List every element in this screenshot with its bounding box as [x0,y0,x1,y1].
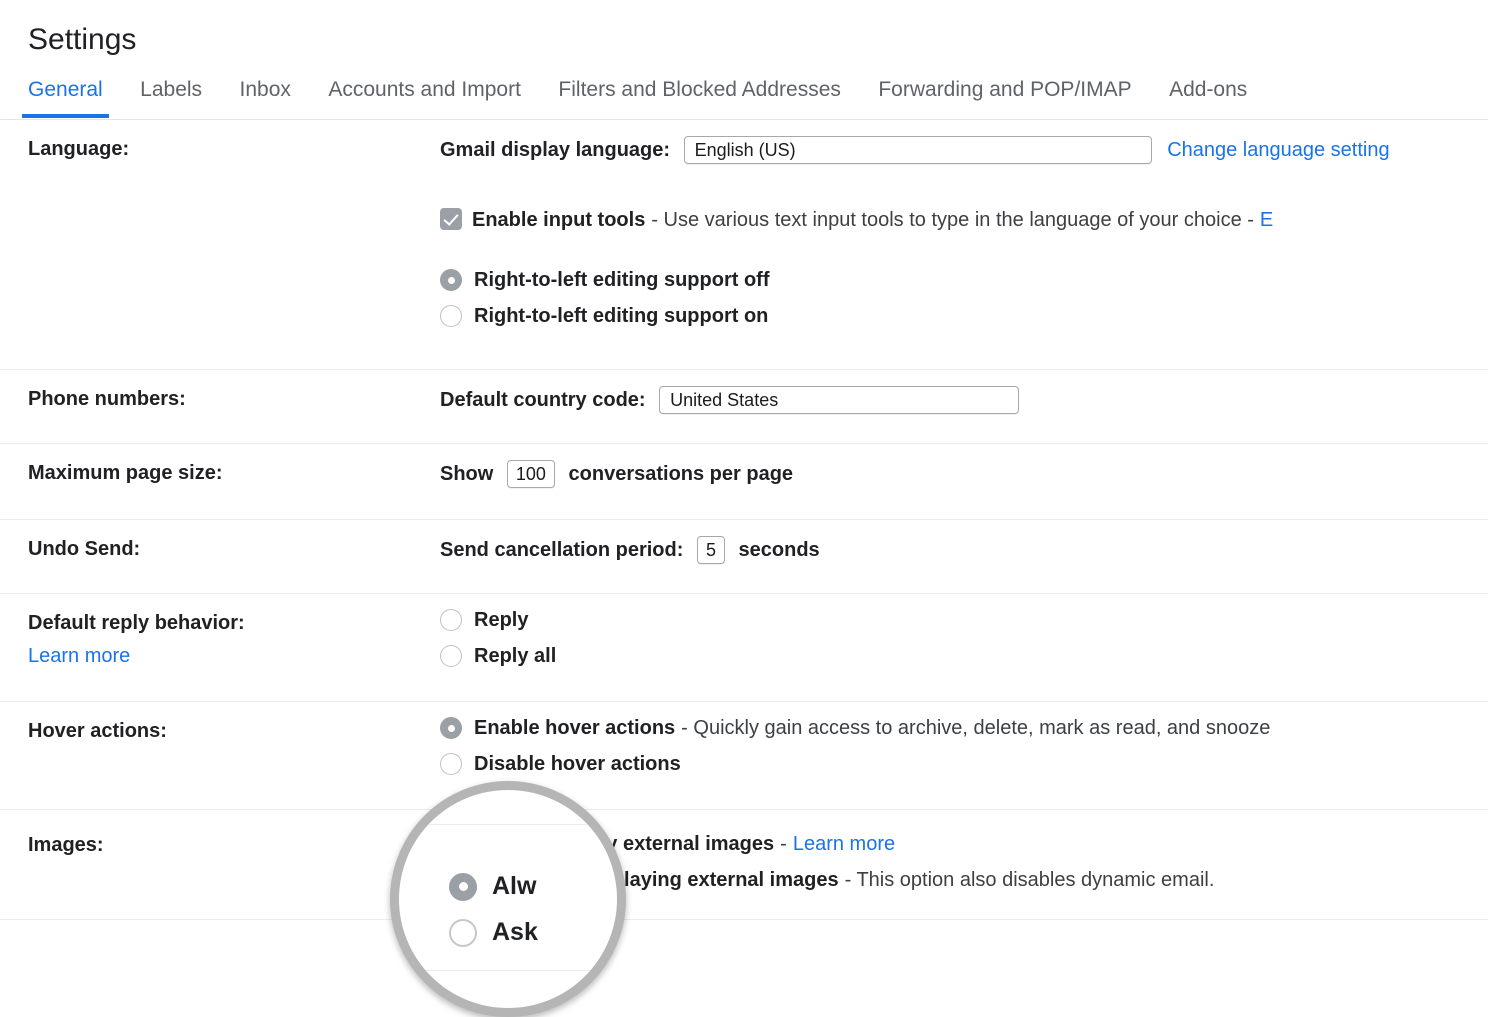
tab-filters-and-blocked-addresses[interactable]: Filters and Blocked Addresses [558,62,840,118]
phone-numbers-row-label: Phone numbers: [28,370,440,411]
default-country-code-select[interactable]: United States ▲▼ [659,386,1019,414]
default-reply-behavior-title: Default reply behavior: [28,612,245,634]
settings-rows: Language: Gmail display language: Englis… [0,120,1488,920]
reply-behavior-learn-more-link[interactable]: Learn more [28,645,440,668]
rtl-off-radio[interactable] [440,269,462,291]
send-cancellation-period-label: Send cancellation period: [440,539,683,562]
hover-actions-row-label: Hover actions: [28,702,440,743]
lens-ask-before-label: Ask [492,918,538,947]
reply-all-radio[interactable] [440,645,462,667]
language-row-content: Gmail display language: English (US) ▲▼ … [440,120,1488,348]
setting-row-undo-send: Undo Send: Send cancellation period: 5 ▲… [0,520,1488,594]
tab-inbox[interactable]: Inbox [240,62,291,118]
lens-always-display-radio[interactable] [449,873,477,901]
images-row-label: Images: [28,810,440,857]
display-language-value: English (US) [685,140,806,160]
lens-divider-bottom [399,970,617,971]
tab-general[interactable]: General [28,62,103,118]
ask-before-displaying-images-description: - This option also disables dynamic emai… [845,869,1215,892]
lens-always-display-option[interactable]: Alw [449,872,536,901]
maximum-page-size-row-label: Maximum page size: [28,444,440,485]
display-language-select[interactable]: English (US) ▲▼ [684,136,1152,164]
chevron-updown-icon[interactable]: ▲▼ [1129,163,1151,164]
reply-all-option[interactable]: Reply all [440,638,1488,674]
setting-row-images: Images: Always display external images -… [0,810,1488,920]
enable-hover-actions-description: - Quickly gain access to archive, delete… [681,717,1270,740]
page-size-value: 100 [508,464,554,484]
tab-add-ons[interactable]: Add-ons [1169,62,1247,118]
change-language-settings-link[interactable]: Change language setting [1167,139,1389,162]
seconds-label: seconds [739,539,820,562]
chevron-updown-icon[interactable]: ▲▼ [996,413,1018,414]
lens-divider-top [399,824,617,825]
always-display-images-dash: - [780,833,787,856]
show-label: Show [440,463,493,486]
zoom-lens-magnifier: Alw Ask [390,781,626,1017]
phone-numbers-row-content: Default country code: United States ▲▼ [440,370,1488,428]
enable-input-tools-line: Enable input tools - Use various text inp… [440,208,1488,248]
rtl-on-option[interactable]: Right-to-left editing support on [440,298,1488,334]
disable-hover-actions-title: Disable hover actions [474,753,681,776]
setting-row-phone-numbers: Phone numbers: Default country code: Uni… [0,370,1488,444]
setting-row-language: Language: Gmail display language: Englis… [0,120,1488,370]
rtl-off-label: Right-to-left editing support off [474,269,769,292]
enable-hover-actions-option[interactable]: Enable hover actions - Quickly gain acce… [440,710,1488,746]
setting-row-hover-actions: Hover actions: Enable hover actions - Qu… [0,702,1488,810]
disable-hover-actions-option[interactable]: Disable hover actions [440,746,1488,782]
default-country-code-label: Default country code: [440,389,646,412]
enable-input-tools-link[interactable]: E [1260,209,1273,231]
language-row-label: Language: [28,120,440,161]
rtl-off-option[interactable]: Right-to-left editing support off [440,262,1488,298]
enable-input-tools-title: Enable input tools [472,209,645,231]
enable-hover-actions-radio[interactable] [440,717,462,739]
default-reply-behavior-row-content: Reply Reply all [440,594,1488,688]
hover-actions-row-content: Enable hover actions - Quickly gain acce… [440,702,1488,796]
rtl-on-label: Right-to-left editing support on [474,305,768,328]
chevron-updown-icon[interactable]: ▲▼ [508,487,530,488]
lens-ask-before-option[interactable]: Ask [449,918,538,947]
tab-labels[interactable]: Labels [140,62,202,118]
rtl-on-radio[interactable] [440,305,462,327]
setting-row-maximum-page-size: Maximum page size: Show 100 ▲▼ conversat… [0,444,1488,520]
reply-label: Reply [474,609,528,632]
maximum-page-size-row-content: Show 100 ▲▼ conversations per page [440,444,1488,502]
default-reply-behavior-row-label: Default reply behavior: Learn more [28,594,440,668]
zoom-lens-content: Alw Ask [399,790,617,1008]
images-learn-more-link[interactable]: Learn more [793,833,895,856]
send-cancellation-stepper[interactable]: 5 ▲▼ [697,536,725,564]
setting-row-default-reply-behavior: Default reply behavior: Learn more Reply… [0,594,1488,702]
reply-radio[interactable] [440,609,462,631]
page-size-stepper[interactable]: 100 ▲▼ [507,460,555,488]
undo-send-row-label: Undo Send: [28,520,440,561]
lens-ask-before-radio[interactable] [449,919,477,947]
display-language-label: Gmail display language: [440,139,670,162]
tab-forwarding-and-pop-imap[interactable]: Forwarding and POP/IMAP [878,62,1131,118]
reply-option[interactable]: Reply [440,602,1488,638]
page-title: Settings [0,0,1488,62]
enable-hover-actions-title: Enable hover actions [474,717,675,740]
reply-all-label: Reply all [474,645,556,668]
default-country-code-value: United States [660,390,788,410]
undo-send-row-content: Send cancellation period: 5 ▲▼ seconds [440,520,1488,578]
enable-input-tools-description: - Use various text input tools to type i… [651,209,1254,231]
settings-tabs: General Labels Inbox Accounts and Import… [0,62,1488,120]
chevron-updown-icon[interactable]: ▲▼ [698,563,720,564]
disable-hover-actions-radio[interactable] [440,753,462,775]
lens-always-display-label: Alw [492,872,536,901]
display-language-line: Gmail display language: English (US) ▲▼ … [440,136,1488,174]
send-cancellation-value: 5 [698,540,724,560]
tab-accounts-and-import[interactable]: Accounts and Import [328,62,521,118]
conversations-per-page-label: conversations per page [569,463,794,486]
enable-input-tools-checkbox[interactable] [440,208,462,230]
